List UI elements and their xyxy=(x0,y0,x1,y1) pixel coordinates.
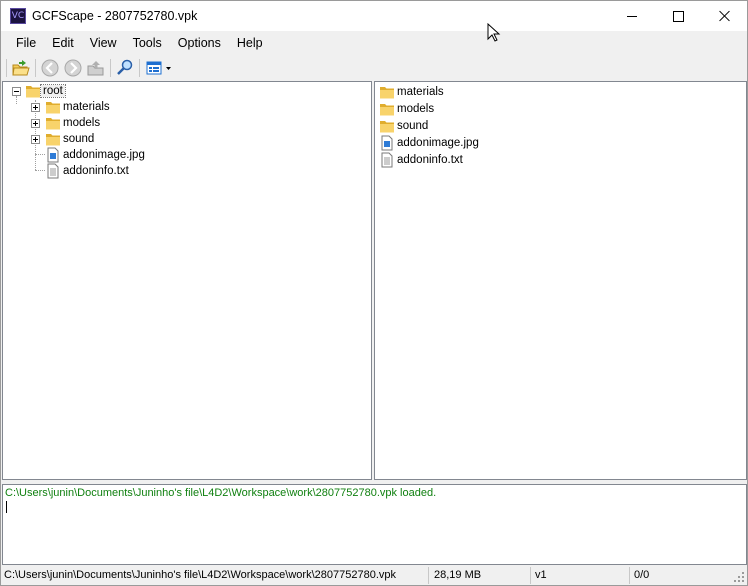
text-file-icon xyxy=(381,152,393,168)
view-mode-icon xyxy=(146,61,171,75)
status-version: v1 xyxy=(532,567,630,584)
menu-edit[interactable]: Edit xyxy=(44,34,82,52)
tree-item-root[interactable]: root xyxy=(25,83,66,99)
status-size: 28,19 MB xyxy=(431,567,531,584)
forward-arrow-icon xyxy=(64,59,82,77)
console-message: C:\Users\junin\Documents\Juninho's file\… xyxy=(5,487,437,499)
tree-item-materials[interactable]: materials xyxy=(45,99,112,115)
find-button[interactable] xyxy=(115,58,135,78)
close-button[interactable] xyxy=(701,1,747,31)
menu-file[interactable]: File xyxy=(8,34,44,52)
list-item[interactable]: materials xyxy=(379,84,444,100)
list-item[interactable]: sound xyxy=(379,118,428,134)
folder-icon xyxy=(380,121,394,133)
toolbar-separator xyxy=(139,59,140,77)
tree-item-models[interactable]: models xyxy=(45,115,102,131)
toolbar-separator xyxy=(35,59,36,77)
mouse-cursor-icon xyxy=(487,23,501,42)
status-bar: C:\Users\junin\Documents\Juninho's file\… xyxy=(1,566,747,585)
toolbar-grip xyxy=(6,59,7,77)
minimize-button[interactable] xyxy=(609,1,655,31)
forward-button[interactable] xyxy=(63,58,83,78)
tree-connector xyxy=(16,96,17,104)
list-item-label: addonimage.jpg xyxy=(397,137,479,149)
status-path: C:\Users\junin\Documents\Juninho's file\… xyxy=(1,567,429,584)
gcfscape-app-icon[interactable]: VC xyxy=(10,8,26,24)
expand-models-toggle[interactable] xyxy=(31,119,40,128)
tree-connector xyxy=(35,170,45,171)
folder-icon xyxy=(380,87,394,99)
tree-item-addoninfo[interactable]: addoninfo.txt xyxy=(45,163,131,179)
tree-label-root: root xyxy=(40,84,66,98)
expand-sound-toggle[interactable] xyxy=(31,135,40,144)
back-button[interactable] xyxy=(40,58,60,78)
tree-label: sound xyxy=(63,133,95,145)
window-title: GCFScape - 2807752780.vpk xyxy=(32,9,198,23)
list-item-label: addoninfo.txt xyxy=(397,154,463,166)
menu-view[interactable]: View xyxy=(82,34,125,52)
open-folder-icon xyxy=(12,60,30,76)
search-icon xyxy=(117,59,133,75)
back-arrow-icon xyxy=(41,59,59,77)
folder-icon xyxy=(46,118,60,130)
open-button[interactable] xyxy=(11,58,31,78)
maximize-icon xyxy=(672,10,684,22)
up-folder-icon xyxy=(87,61,104,76)
view-mode-button[interactable] xyxy=(145,58,175,78)
text-file-icon xyxy=(47,163,59,179)
resize-grip-icon[interactable] xyxy=(734,572,745,583)
minimize-icon xyxy=(627,15,637,17)
status-count: 0/0 xyxy=(634,569,650,581)
tree-label: materials xyxy=(63,101,110,113)
dropdown-arrow-icon xyxy=(166,67,171,70)
menu-bar: File Edit View Tools Options Help xyxy=(1,32,747,54)
list-item-label: materials xyxy=(397,86,444,98)
console-pane[interactable]: C:\Users\junin\Documents\Juninho's file\… xyxy=(2,484,747,565)
tree-item-sound[interactable]: sound xyxy=(45,131,96,147)
image-file-icon xyxy=(381,135,393,151)
list-item-label: sound xyxy=(397,120,429,132)
list-item[interactable]: addonimage.jpg xyxy=(379,135,479,151)
maximize-button[interactable] xyxy=(655,1,701,31)
root-collapse-toggle[interactable] xyxy=(12,87,21,96)
menu-options[interactable]: Options xyxy=(170,34,229,52)
tree-connector xyxy=(35,154,45,155)
title-bar[interactable]: VC GCFScape - 2807752780.vpk xyxy=(1,1,747,31)
up-button[interactable] xyxy=(86,58,106,78)
folder-tree-pane[interactable]: root materials models sound addonimage.j… xyxy=(2,81,372,480)
image-file-icon xyxy=(47,147,59,163)
folder-icon xyxy=(46,102,60,114)
file-list-pane[interactable]: materials models sound addonimage.jpg ad… xyxy=(374,81,747,480)
text-caret xyxy=(6,501,7,513)
tree-label: addonimage.jpg xyxy=(63,149,145,161)
toolbar xyxy=(1,56,747,80)
menu-tools[interactable]: Tools xyxy=(125,34,170,52)
close-icon xyxy=(718,10,730,22)
list-item[interactable]: models xyxy=(379,101,434,117)
tree-label: addoninfo.txt xyxy=(63,165,129,177)
list-item[interactable]: addoninfo.txt xyxy=(379,152,463,168)
app-window: VC GCFScape - 2807752780.vpk File Edit V… xyxy=(0,0,748,586)
folder-icon xyxy=(380,104,394,116)
toolbar-separator xyxy=(110,59,111,77)
folder-icon xyxy=(46,134,60,146)
tree-label: models xyxy=(63,117,101,129)
menu-help[interactable]: Help xyxy=(229,34,271,52)
expand-materials-toggle[interactable] xyxy=(31,103,40,112)
folder-icon xyxy=(26,86,40,98)
tree-item-addonimage[interactable]: addonimage.jpg xyxy=(45,147,147,163)
list-item-label: models xyxy=(397,103,435,115)
